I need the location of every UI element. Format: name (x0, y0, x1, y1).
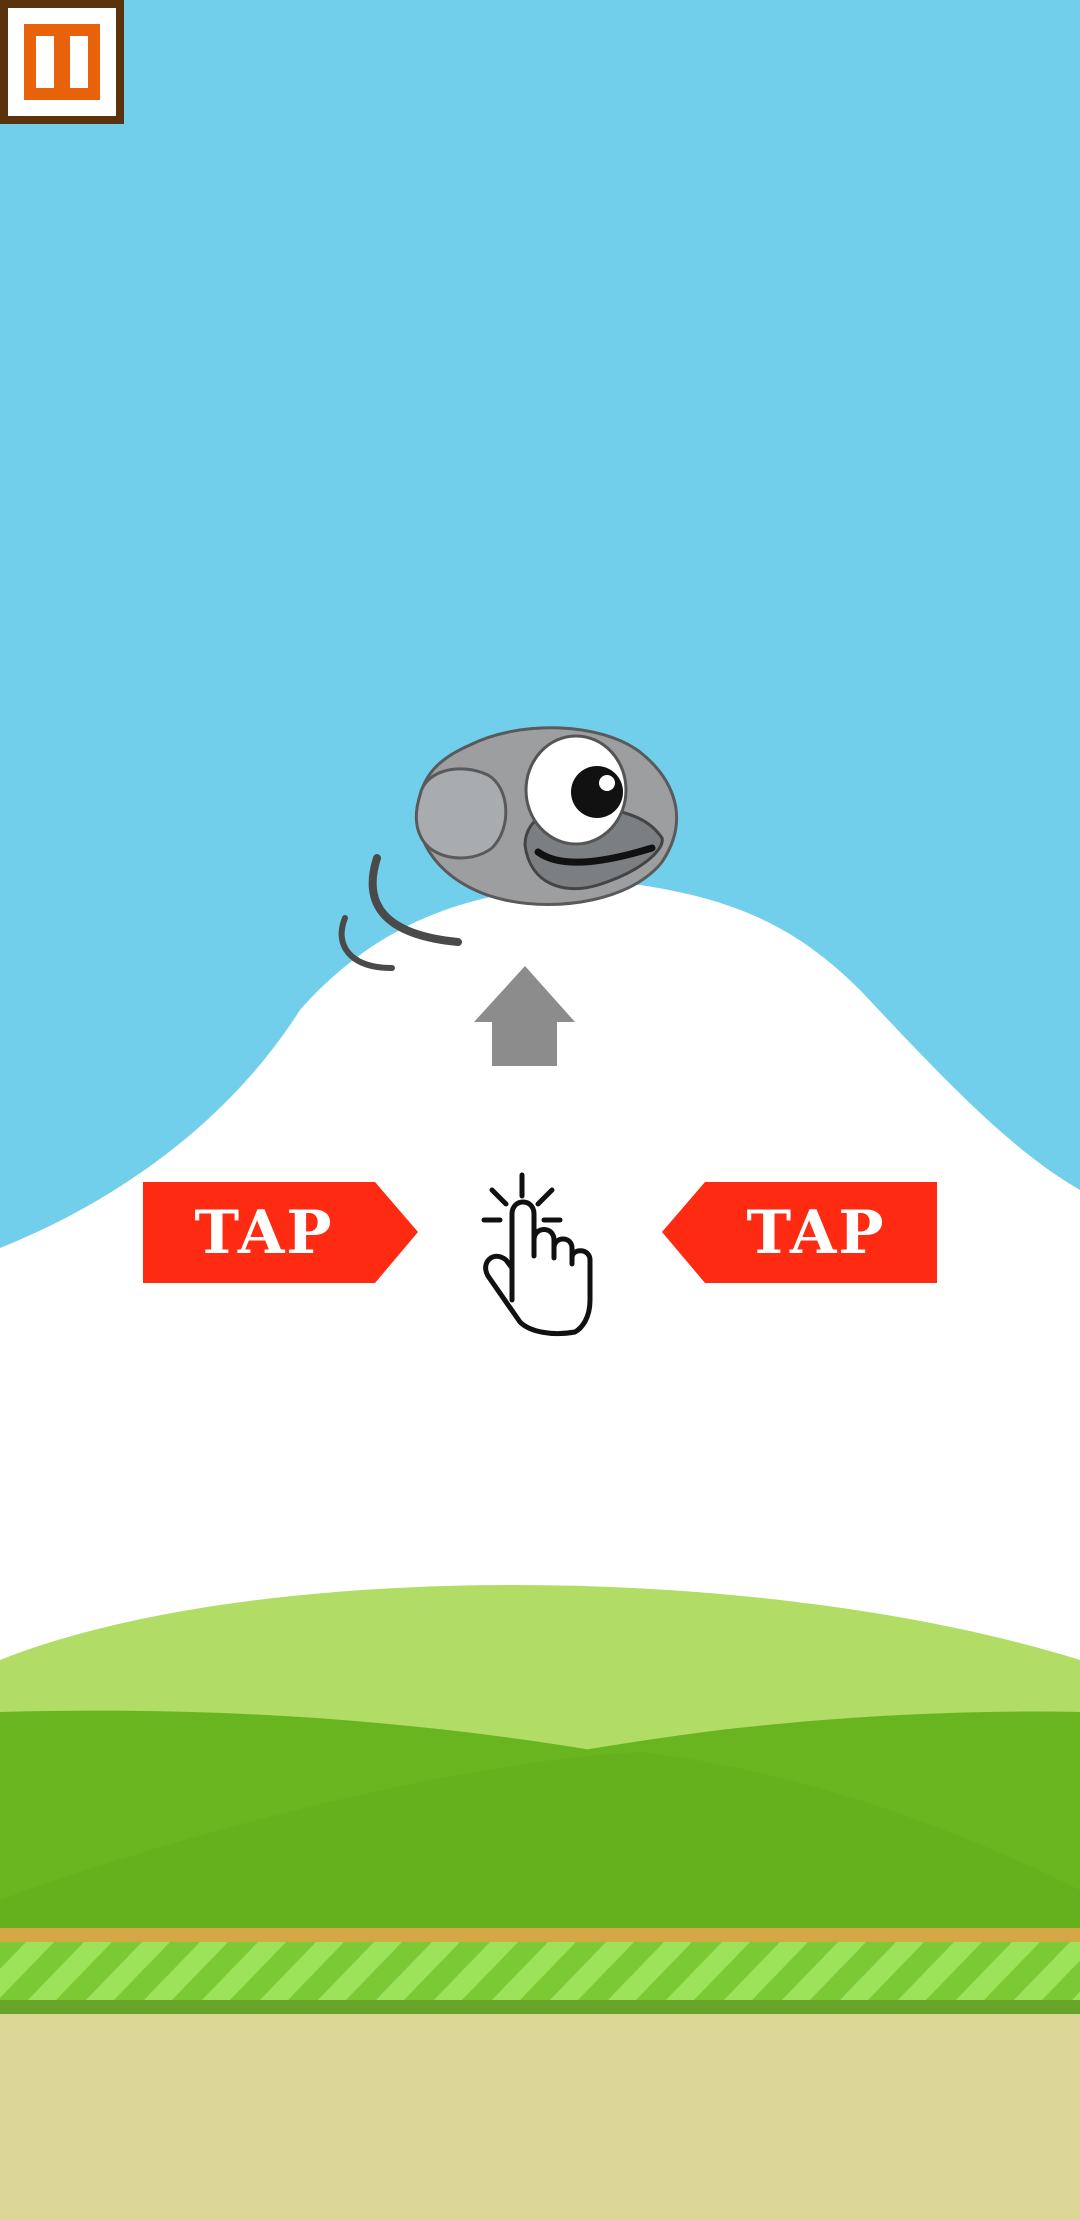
tap-label-right: TAP (746, 1198, 885, 1268)
pause-button[interactable] (0, 0, 124, 124)
bird-character (414, 726, 679, 906)
tap-banner-right: TAP (662, 1182, 937, 1283)
pause-icon (24, 24, 100, 100)
tap-banner-left: TAP (143, 1182, 418, 1283)
grass-stripe-bottom (0, 2000, 1080, 2014)
bird-eye (524, 734, 628, 846)
ground-sand (0, 2014, 1080, 2220)
bird-wing (414, 767, 508, 860)
game-scene[interactable]: TAP TAP (0, 0, 1080, 2220)
tap-label-left: TAP (194, 1198, 333, 1268)
game-canvas[interactable]: TAP TAP (0, 0, 1080, 2220)
ground-edge (0, 1928, 1080, 1942)
